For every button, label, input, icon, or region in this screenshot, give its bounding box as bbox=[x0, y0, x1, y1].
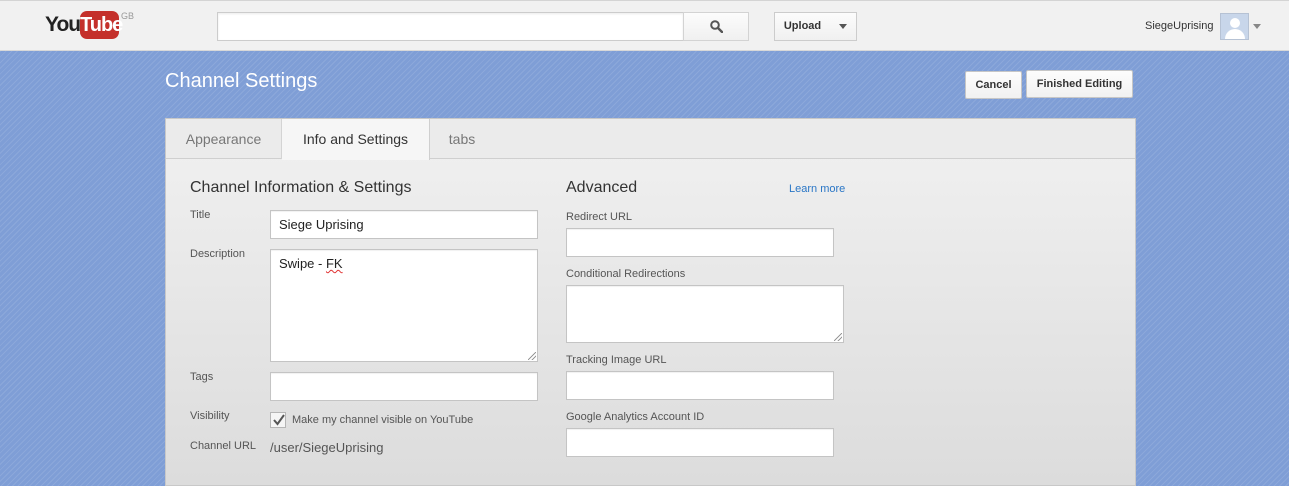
analytics-id-label: Google Analytics Account ID bbox=[566, 411, 705, 423]
upload-button[interactable]: Upload bbox=[774, 12, 831, 41]
tags-label: Tags bbox=[190, 371, 214, 383]
tags-field[interactable] bbox=[270, 372, 538, 401]
tab-appearance[interactable]: Appearance bbox=[166, 119, 282, 159]
analytics-id-field[interactable] bbox=[566, 428, 834, 457]
search-button[interactable] bbox=[683, 12, 749, 41]
visibility-text: Make my channel visible on YouTube bbox=[292, 414, 474, 426]
upload-menu-button[interactable] bbox=[830, 12, 857, 41]
channel-url-label: Channel URL bbox=[190, 440, 257, 452]
search-input[interactable] bbox=[217, 12, 684, 41]
description-text: Swipe - bbox=[279, 256, 326, 271]
learn-more-link[interactable]: Learn more bbox=[789, 183, 845, 195]
channel-info-heading: Channel Information & Settings bbox=[190, 179, 412, 196]
tab-bar: Appearance Info and Settings tabs bbox=[166, 119, 1135, 160]
page-title: Channel Settings bbox=[165, 70, 318, 92]
masthead: You Tube GB Upload SiegeUprising bbox=[0, 0, 1289, 51]
resize-grip-icon[interactable] bbox=[834, 333, 842, 341]
logo-region-label: GB bbox=[121, 11, 135, 21]
tracking-image-url-field[interactable] bbox=[566, 371, 834, 400]
channel-url-value: /user/SiegeUprising bbox=[270, 440, 384, 455]
chevron-down-icon bbox=[839, 24, 847, 29]
redirect-url-label: Redirect URL bbox=[566, 211, 633, 223]
tab-tabs[interactable]: tabs bbox=[430, 119, 494, 159]
avatar[interactable] bbox=[1220, 13, 1249, 40]
cancel-button[interactable]: Cancel bbox=[965, 71, 1022, 99]
finished-editing-button[interactable]: Finished Editing bbox=[1026, 70, 1133, 98]
default-avatar-icon bbox=[1230, 18, 1240, 28]
conditional-redirections-label: Conditional Redirections bbox=[566, 268, 686, 280]
account-chevron-down-icon[interactable] bbox=[1253, 24, 1261, 29]
search-icon bbox=[710, 20, 723, 33]
redirect-url-field[interactable] bbox=[566, 228, 834, 257]
title-field[interactable]: Siege Uprising bbox=[270, 210, 538, 239]
title-label: Title bbox=[190, 209, 211, 221]
logo-you-text: You bbox=[45, 13, 81, 36]
description-field[interactable]: Swipe - FK bbox=[270, 249, 538, 362]
visibility-checkbox[interactable] bbox=[270, 412, 286, 428]
tracking-image-url-label: Tracking Image URL bbox=[566, 354, 667, 366]
resize-grip-icon[interactable] bbox=[528, 352, 536, 360]
logo-tube-text: Tube bbox=[80, 11, 123, 39]
description-misspelled-word: FK bbox=[325, 256, 343, 271]
advanced-heading: Advanced bbox=[566, 179, 638, 196]
checkmark-icon bbox=[273, 414, 285, 426]
conditional-redirections-field[interactable] bbox=[566, 285, 844, 343]
visibility-label: Visibility bbox=[190, 410, 230, 422]
description-label: Description bbox=[190, 248, 246, 260]
tab-info-and-settings[interactable]: Info and Settings bbox=[282, 119, 430, 160]
account-username[interactable]: SiegeUprising bbox=[1145, 20, 1213, 32]
